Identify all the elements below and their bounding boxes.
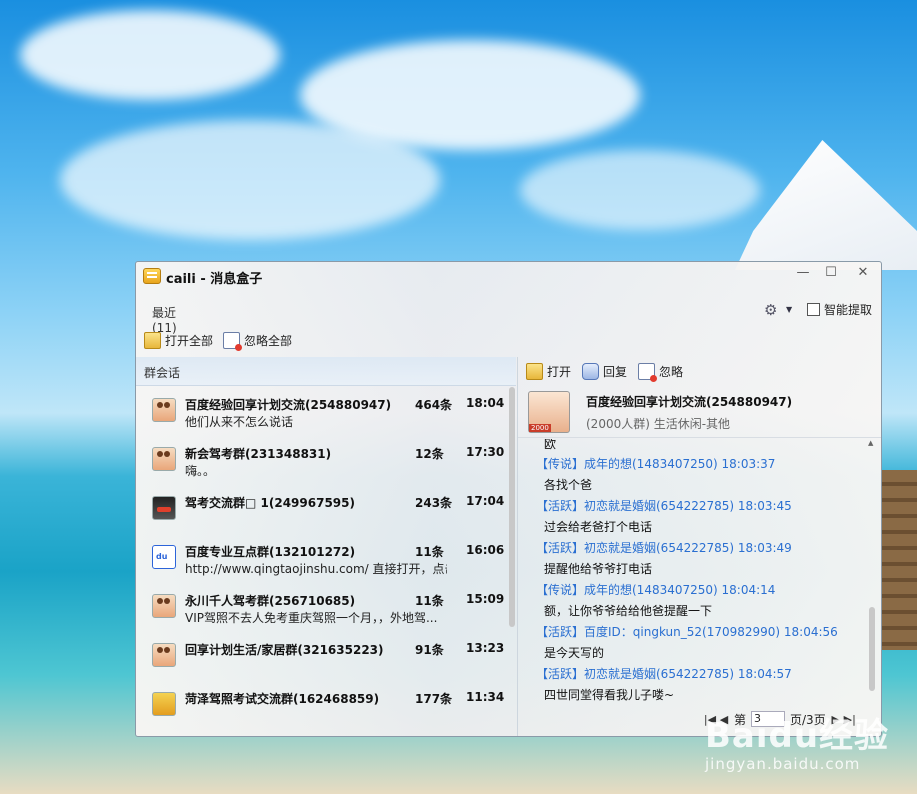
group-subtitle: (2000人群) 生活休闲-其他 [586,417,731,431]
message-box-window: caili - 消息盒子 — ☐ ✕ 最近 (11) ⚙ ▼ 智能提取 打开全部… [135,261,882,737]
message-count: 11条 [415,545,444,559]
message-count: 464条 [415,398,453,412]
gear-icon[interactable]: ⚙ [764,301,777,319]
last-message: http://www.qingtaojinshu.com/ 直接打开，点击7..… [185,562,447,576]
conversation-scrollbar[interactable] [508,385,516,736]
message-box-app-icon [143,268,161,284]
message-time: 15:09 [466,592,505,606]
reply-label: 回复 [603,365,628,379]
smart-extract-checkbox[interactable] [807,303,820,316]
conversation-name: 菏泽驾照考试交流群(162468859) [185,692,380,706]
conversation-name: 永川千人驾考群(256710685) [185,594,356,608]
baidu-du-icon [152,545,176,569]
message-count: 12条 [415,447,444,461]
message-time: 17:30 [466,445,505,459]
smart-extract-label[interactable]: 智能提取 [824,301,872,318]
message-time: 13:23 [466,641,505,655]
group-people-icon [152,643,176,667]
chat-message-meta: 【活跃】初恋就是婚姻(654222785) 18:03:45 [536,499,792,513]
conversation-name: 新会驾考群(231348831) [185,447,332,461]
conversation-name: 百度经验回享计划交流(254880947) [185,398,392,412]
reply-bubble-icon [582,363,599,380]
open-all-button[interactable]: 打开全部 [144,332,213,349]
message-count: 177条 [415,692,453,706]
chat-message-text: 各找个爸 [544,478,593,492]
chat-message-text: 额，让你爷爷给给他爸提醒一下 [544,604,713,618]
chat-scrollbar[interactable]: ▲ [867,439,877,701]
open-folder-icon [526,363,543,380]
chat-message-text: 欧 [544,439,557,451]
conversation-name: 回享计划生活/家居群(321635223) [185,643,384,657]
message-time: 11:34 [466,690,505,704]
conversation-row[interactable]: 百度经验回享计划交流(254880947) 464条 18:04 他们从来不怎么… [136,388,508,437]
group-avatar[interactable] [528,391,570,433]
scroll-up-icon[interactable]: ▲ [868,439,873,447]
last-message: 嗨。。 [185,464,216,478]
chat-message-meta: 【传说】成年的想(1483407250) 18:04:14 [536,583,776,597]
chat-message-text: 是今天写的 [544,646,605,660]
group-name: 百度经验回享计划交流(254880947) [586,395,793,409]
car-icon [152,496,176,520]
watermark-url: jingyan.baidu.com [705,755,861,773]
chevron-down-icon[interactable]: ▼ [786,305,792,314]
bus-icon [152,692,176,716]
message-time: 16:06 [466,543,505,557]
group-info: 百度经验回享计划交流(254880947) (2000人群) 生活休闲-其他 [518,385,881,438]
conversation-row[interactable]: 新会驾考群(231348831) 12条 17:30 嗨。。 [136,437,508,486]
last-message: VIP驾照不去人免考重庆驾照一个月，，外地驾... [185,611,438,625]
message-count: 243条 [415,496,453,510]
chat-history: 欧 【传说】成年的想(1483407250) 18:03:37 各找个爸 【活跃… [518,439,873,707]
open-label: 打开 [547,365,572,379]
baidu-jingyan-watermark: Baidu经验 jingyan.baidu.com [705,708,889,773]
message-time: 17:04 [466,494,505,508]
ignore-icon [223,332,242,351]
tab-recent[interactable]: 最近 (11) [152,304,177,335]
conversation-row[interactable]: 永川千人驾考群(256710685) 11条 15:09 VIP驾照不去人免考重… [136,584,508,633]
chat-message-meta: 【活跃】初恋就是婚姻(654222785) 18:03:49 [536,541,792,555]
minimize-button[interactable]: — [792,264,814,282]
open-folder-icon [144,332,161,349]
close-button[interactable]: ✕ [852,264,874,282]
group-people-icon [152,447,176,471]
maximize-button[interactable]: ☐ [820,264,842,282]
section-title: 群会话 [144,366,181,380]
ignore-button[interactable]: 忽略 [638,363,684,382]
group-people-icon [152,398,176,422]
chat-message-text: 四世同堂得看我儿子喽~ [544,688,675,702]
open-button[interactable]: 打开 [526,363,571,380]
conversation-row[interactable]: 驾考交流群□ 1(249967595) 243条 17:04 [136,486,508,535]
ignore-all-button[interactable]: 忽略全部 [223,332,293,351]
wooden-deck [880,470,917,650]
conversation-row[interactable]: 百度专业互点群(132101272) 11条 16:06 http://www.… [136,535,508,584]
chat-message-meta: 【活跃】百度ID：qingkun_52(170982990) 18:04:56 [536,625,838,639]
group-people-icon [152,594,176,618]
open-all-label: 打开全部 [165,334,214,348]
conversation-row[interactable]: 菏泽驾照考试交流群(162468859) 177条 11:34 [136,682,508,731]
message-count: 11条 [415,594,444,608]
preview-toolbar: 打开 回复 忽略 [518,357,881,385]
last-message: 他们从来不怎么说话 [185,415,294,429]
chat-message-text: 提醒他给爷爷打电话 [544,562,653,576]
conversation-name: 驾考交流群□ 1(249967595) [185,496,355,510]
message-count: 91条 [415,643,444,657]
chat-message-meta: 【活跃】初恋就是婚姻(654222785) 18:04:57 [536,667,792,681]
chat-message-text: 过会给老爸打个电话 [544,520,653,534]
chat-message-meta: 【传说】成年的想(1483407250) 18:03:37 [536,457,776,471]
title-bar[interactable]: caili - 消息盒子 — ☐ ✕ [136,262,881,290]
watermark-main: Baidu经验 [705,716,890,756]
group-conversation-panel: 群会话 百度经验回享计划交流(254880947) 464条 18:04 他们从… [136,357,516,736]
scrollbar-thumb[interactable] [869,607,875,691]
window-title: caili - 消息盒子 [166,272,263,287]
ignore-label: 忽略 [659,365,684,379]
ignore-icon [638,363,657,382]
conversation-name: 百度专业互点群(132101272) [185,545,356,559]
beach-tent [735,140,917,270]
conversation-preview-panel: 打开 回复 忽略 百度经验回享计划交流(254880947) (2000人群) … [518,357,881,736]
scrollbar-thumb[interactable] [509,387,515,627]
section-header: 群会话 [136,357,516,386]
message-time: 18:04 [466,396,505,410]
reply-button[interactable]: 回复 [582,363,627,380]
conversation-row[interactable]: 回享计划生活/家居群(321635223) 91条 13:23 [136,633,508,682]
ignore-all-label: 忽略全部 [244,334,293,348]
